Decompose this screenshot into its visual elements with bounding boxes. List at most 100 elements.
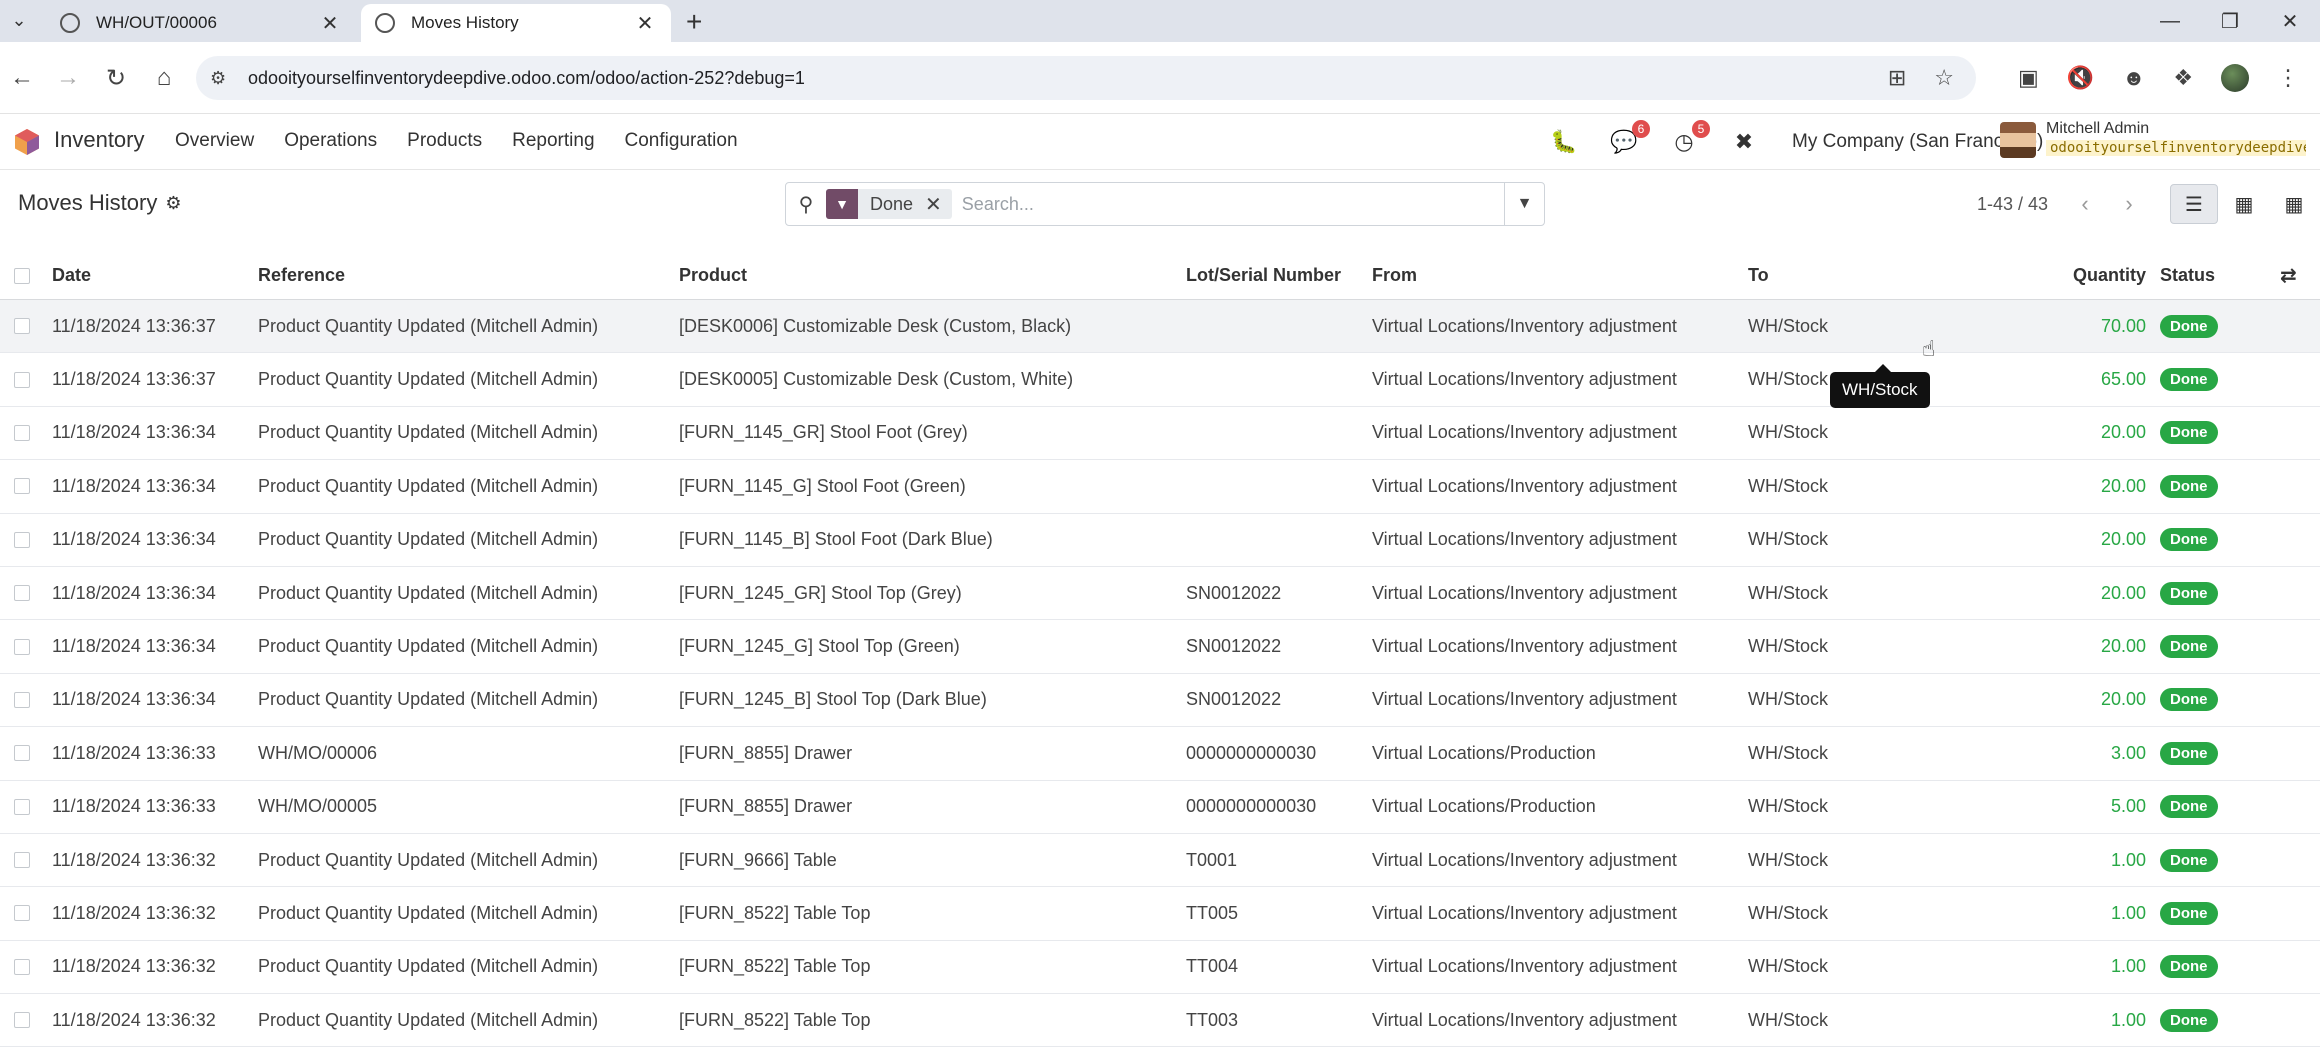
inventory-app-logo-icon[interactable] bbox=[14, 128, 40, 156]
menu-overview[interactable]: Overview bbox=[175, 130, 254, 152]
row-checkbox[interactable] bbox=[14, 781, 30, 833]
forward-arrow-icon[interactable]: → bbox=[52, 62, 84, 94]
table-row[interactable]: 11/18/2024 13:36:37 Product Quantity Upda… bbox=[0, 300, 2320, 354]
menu-configuration[interactable]: Configuration bbox=[625, 130, 738, 152]
cell-from: Virtual Locations/Inventory adjustment bbox=[1372, 849, 1677, 870]
column-header-quantity[interactable]: Quantity bbox=[2020, 252, 2146, 299]
install-app-icon[interactable]: ⊞ bbox=[1888, 65, 1906, 91]
status-badge: Done bbox=[2160, 528, 2218, 552]
cell-to: WH/Stock bbox=[1748, 956, 1829, 977]
debug-bug-icon[interactable]: 🐛 bbox=[1548, 126, 1580, 158]
table-row[interactable]: 11/18/2024 13:36:32 Product Quantity Upda… bbox=[0, 834, 2320, 888]
status-badge: Done bbox=[2160, 688, 2218, 712]
close-tab-icon[interactable]: ✕ bbox=[318, 11, 342, 36]
table-row[interactable]: 11/18/2024 13:36:32 Product Quantity Upda… bbox=[0, 941, 2320, 995]
column-header-from[interactable]: From bbox=[1372, 252, 1417, 299]
bookmark-star-icon[interactable]: ☆ bbox=[1934, 65, 1954, 91]
browser-tab-wh-out[interactable]: WH/OUT/00006 ✕ bbox=[46, 4, 356, 42]
row-checkbox[interactable] bbox=[14, 407, 30, 459]
row-checkbox[interactable] bbox=[14, 834, 30, 886]
home-icon[interactable]: ⌂ bbox=[148, 62, 180, 94]
profile-avatar[interactable] bbox=[2221, 64, 2250, 92]
window-close-icon[interactable]: ✕ bbox=[2260, 0, 2320, 42]
restore-icon[interactable]: ❐ bbox=[2200, 0, 2260, 42]
search-input[interactable] bbox=[961, 193, 1504, 215]
search-icon[interactable]: ⚲ bbox=[786, 192, 826, 217]
table-row[interactable]: 11/18/2024 13:36:32 Product Quantity Upda… bbox=[0, 994, 2320, 1048]
table-row[interactable]: 11/18/2024 13:36:34 Product Quantity Upda… bbox=[0, 620, 2320, 674]
table-row[interactable]: 11/18/2024 13:36:34 Product Quantity Upda… bbox=[0, 567, 2320, 621]
cell-status: Done bbox=[2160, 941, 2218, 993]
extension-icon[interactable]: ▣ bbox=[2018, 65, 2039, 91]
gear-icon[interactable]: ⚙ bbox=[165, 193, 181, 214]
row-checkbox[interactable] bbox=[14, 514, 30, 566]
row-checkbox[interactable] bbox=[14, 727, 30, 779]
tab-list-chevron-icon[interactable]: ⌄ bbox=[6, 7, 32, 33]
row-checkbox[interactable] bbox=[14, 994, 30, 1046]
column-header-product[interactable]: Product bbox=[679, 252, 747, 299]
reload-icon[interactable]: ↻ bbox=[100, 62, 132, 94]
activities-clock-icon[interactable]: ◷ 5 bbox=[1668, 120, 1710, 158]
menu-operations[interactable]: Operations bbox=[284, 130, 377, 152]
cell-status: Done bbox=[2160, 353, 2218, 405]
column-header-status[interactable]: Status bbox=[2160, 252, 2215, 299]
cell-to: WH/Stock bbox=[1748, 849, 1829, 870]
row-checkbox[interactable] bbox=[14, 887, 30, 939]
table-row[interactable]: 11/18/2024 13:36:33 WH/MO/00006 [FURN_8855… bbox=[0, 727, 2320, 781]
table-row[interactable]: 11/18/2024 13:36:32 Product Quantity Upda… bbox=[0, 887, 2320, 941]
mute-icon[interactable]: 🔇 bbox=[2067, 65, 2094, 91]
menu-reporting[interactable]: Reporting bbox=[512, 130, 594, 152]
tools-icon[interactable]: ✖ bbox=[1728, 126, 1760, 158]
search-facet: ▼ Done ✕ bbox=[826, 189, 952, 219]
user-avatar[interactable] bbox=[2000, 122, 2036, 158]
column-header-lot[interactable]: Lot/Serial Number bbox=[1186, 252, 1341, 299]
new-tab-plus-icon[interactable]: + bbox=[686, 6, 702, 38]
row-checkbox[interactable] bbox=[14, 941, 30, 993]
cell-quantity: 1.00 bbox=[2110, 849, 2146, 870]
list-view-icon[interactable]: ☰ bbox=[2170, 184, 2218, 224]
close-tab-icon[interactable]: ✕ bbox=[633, 11, 657, 36]
table-row[interactable]: 11/18/2024 13:36:33 WH/MO/00005 [FURN_8855… bbox=[0, 781, 2320, 834]
extensions-puzzle-icon[interactable]: ❖ bbox=[2173, 65, 2193, 91]
table-row[interactable]: 11/18/2024 13:36:34 Product Quantity Upda… bbox=[0, 514, 2320, 567]
select-all-checkbox[interactable] bbox=[14, 252, 30, 299]
pivot-view-icon[interactable]: ▦ bbox=[2270, 184, 2318, 224]
row-checkbox[interactable] bbox=[14, 460, 30, 512]
minimize-icon[interactable]: — bbox=[2140, 0, 2200, 42]
user-menu[interactable]: Mitchell Admin odooityourselfinventoryde… bbox=[2046, 120, 2306, 156]
row-checkbox[interactable] bbox=[14, 300, 30, 352]
cell-reference: WH/MO/00006 bbox=[258, 742, 378, 763]
table-row[interactable]: 11/18/2024 13:36:34 Product Quantity Upda… bbox=[0, 460, 2320, 514]
cell-status: Done bbox=[2160, 460, 2218, 512]
back-arrow-icon[interactable]: ← bbox=[6, 62, 38, 94]
table-row[interactable]: 11/18/2024 13:36:34 Product Quantity Upda… bbox=[0, 407, 2320, 461]
previous-page-icon[interactable]: ‹ bbox=[2070, 188, 2100, 220]
url-text[interactable]: odooityourselfinventorydeepdive.odoo.com… bbox=[248, 68, 805, 89]
kanban-view-icon[interactable]: ▦ bbox=[2220, 184, 2268, 224]
row-checkbox[interactable] bbox=[14, 353, 30, 405]
table-row[interactable]: 11/18/2024 13:36:34 Product Quantity Upda… bbox=[0, 674, 2320, 728]
column-header-reference[interactable]: Reference bbox=[258, 252, 345, 299]
cell-status: Done bbox=[2160, 620, 2218, 672]
menu-products[interactable]: Products bbox=[407, 130, 482, 152]
next-page-icon[interactable]: › bbox=[2114, 188, 2144, 220]
remove-facet-icon[interactable]: ✕ bbox=[925, 192, 952, 217]
address-bar[interactable]: ⚙ odooityourselfinventorydeepdive.odoo.c… bbox=[196, 56, 1976, 100]
app-name[interactable]: Inventory bbox=[54, 127, 145, 153]
table-row[interactable]: 11/18/2024 13:36:37 Product Quantity Upda… bbox=[0, 353, 2320, 407]
browser-tab-moves-history[interactable]: Moves History ✕ bbox=[361, 4, 671, 42]
extension-face-icon[interactable]: ☻ bbox=[2122, 65, 2145, 91]
messages-chat-icon[interactable]: 💬 6 bbox=[1608, 120, 1650, 158]
status-badge: Done bbox=[2160, 741, 2218, 765]
column-header-date[interactable]: Date bbox=[52, 252, 91, 299]
search-options-toggle-icon[interactable]: ▼ bbox=[1504, 183, 1544, 225]
pager-value[interactable]: 1-43 / 43 bbox=[1977, 194, 2048, 215]
cell-product: [DESK0006] Customizable Desk (Custom, Bl… bbox=[679, 315, 1072, 336]
row-checkbox[interactable] bbox=[14, 567, 30, 619]
row-checkbox[interactable] bbox=[14, 674, 30, 726]
optional-columns-toggle-icon[interactable]: ⇄ bbox=[2280, 252, 2297, 299]
row-checkbox[interactable] bbox=[14, 620, 30, 672]
browser-menu-icon[interactable]: ⋮ bbox=[2277, 65, 2299, 91]
site-info-icon[interactable]: ⚙ bbox=[210, 68, 236, 89]
column-header-to[interactable]: To bbox=[1748, 252, 1769, 299]
